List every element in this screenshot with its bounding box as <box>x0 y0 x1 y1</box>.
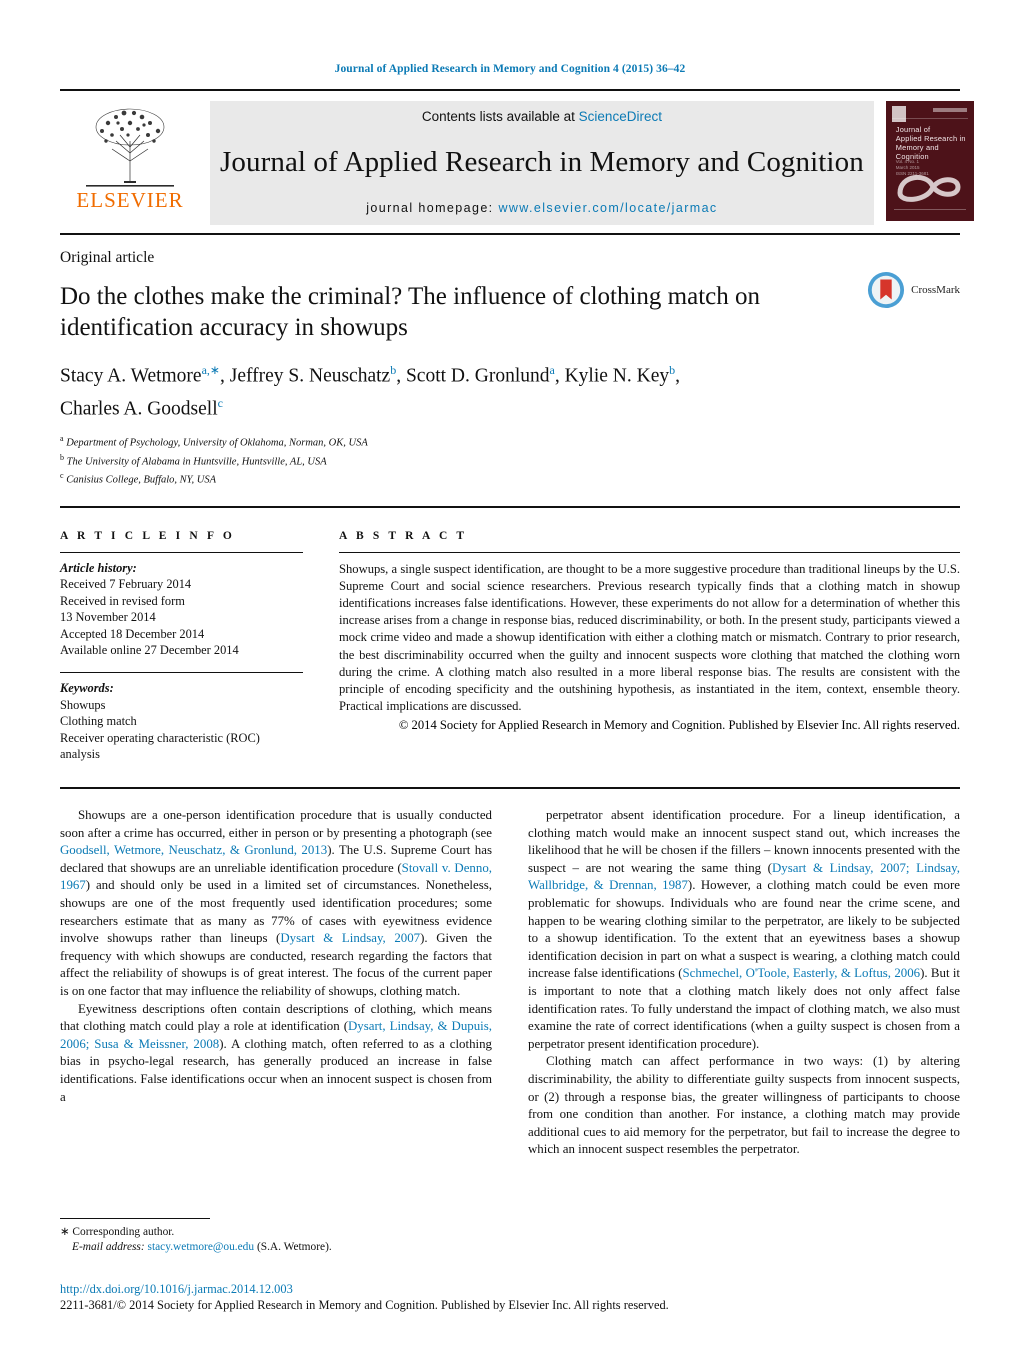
citation-link[interactable]: Schmechel, O'Toole, Easterly, & Loftus, … <box>683 966 921 980</box>
sciencedirect-link[interactable]: ScienceDirect <box>579 109 662 124</box>
author-3: , Scott D. Gronlund <box>396 365 550 387</box>
history-line: Received 7 February 2014 <box>60 577 192 592</box>
keywords-block: Keywords: Showups Clothing match Receive… <box>60 673 303 763</box>
affiliation-item: a Department of Psychology, University o… <box>60 432 820 451</box>
running-head: Journal of Applied Research in Memory an… <box>334 63 686 75</box>
footnote-divider <box>60 1218 210 1219</box>
affiliation-text: The University of Alabama in Huntsville,… <box>66 456 327 467</box>
affiliation-text: Canisius College, Buffalo, NY, USA <box>66 474 217 486</box>
article-history-block: Article history: Received 7 February 201… <box>60 553 303 660</box>
journal-cover-thumbnail: Journal of Applied Research in Memory and … <box>884 101 976 225</box>
abstract-section-divider <box>60 787 960 790</box>
paper-page: Journal of Applied Research in Memory an… <box>0 0 1020 1351</box>
body-paragraph: perpetrator absent identification proced… <box>528 807 960 1053</box>
homepage-url-link[interactable]: www.elsevier.com/locate/jarmac <box>498 201 717 215</box>
authors-separator: , <box>675 365 680 387</box>
elsevier-logo: ELSEVIER <box>60 101 200 225</box>
keywords-label: Keywords: <box>60 681 114 696</box>
body-text-run: Showups are a one-person identification … <box>60 808 492 840</box>
page-title: Do the clothes make the criminal? The in… <box>60 283 760 341</box>
elsevier-wordmark: ELSEVIER <box>76 188 184 212</box>
affiliation-item: c Canisius College, Buffalo, NY, USA <box>60 469 820 488</box>
title-divider <box>60 505 960 508</box>
keyword-item: Clothing match <box>60 714 137 729</box>
journal-title: Journal of Applied Research in Memory an… <box>220 146 864 178</box>
abstract-heading: A B S T R A C T <box>339 529 468 542</box>
affiliation-mark: a <box>60 434 64 443</box>
footnote-star-mark: ∗ <box>60 1226 70 1238</box>
cover-bottom-rule <box>893 209 966 215</box>
journal-masthead: ELSEVIER Contents lists available at Sci… <box>60 89 974 225</box>
abstract-column: A B S T R A C T Showups, a single suspec… <box>339 530 960 764</box>
footnote-corresponding-line: ∗ Corresponding author. <box>60 1225 500 1240</box>
body-paragraph: Eyewitness descriptions often contain de… <box>60 1001 492 1107</box>
article-info-heading: A R T I C L E I N F O <box>60 529 235 542</box>
author-5-affil-mark: c <box>217 395 223 410</box>
keyword-item: analysis <box>60 747 100 762</box>
history-line: Available online 27 December 2014 <box>60 643 239 658</box>
author-4: , Kylie N. Key <box>554 365 670 387</box>
body-paragraph: Clothing match can affect performance in… <box>528 1053 960 1159</box>
cover-title-text: Journal of Applied Research in Memory and … <box>895 125 966 161</box>
cover-mobius-icon <box>897 175 961 202</box>
elsevier-tree-icon <box>86 108 174 187</box>
history-line: Accepted 18 December 2014 <box>60 626 205 641</box>
issn-copyright-line: 2211-3681/© 2014 Society for Applied Res… <box>60 1298 669 1312</box>
history-line: 13 November 2014 <box>60 610 156 625</box>
affiliations-list: a Department of Psychology, University o… <box>60 432 820 488</box>
citation-link[interactable]: Goodsell, Wetmore, Neuschatz, & Gronlund… <box>60 843 327 857</box>
body-column-right: perpetrator absent identification proced… <box>528 807 960 1159</box>
author-5: Charles A. Goodsell <box>60 398 218 419</box>
cover-image: Journal of Applied Research in Memory and … <box>885 101 974 221</box>
contents-prefix: Contents lists available at <box>421 109 579 124</box>
keyword-item: Receiver operating characteristic (ROC) <box>60 730 260 745</box>
title-block: Original article Do the clothes make the… <box>60 249 960 488</box>
article-info-column: A R T I C L E I N F O Article history: R… <box>60 530 303 764</box>
body-text-run: Clothing match can affect performance in… <box>528 1054 960 1157</box>
doi-link[interactable]: http://dx.doi.org/10.1016/j.jarmac.2014.… <box>60 1281 960 1297</box>
footnote-corresponding-label: Corresponding author. <box>72 1226 175 1238</box>
abstract-text: Showups, a single suspect identification… <box>339 561 960 714</box>
author-1: Stacy A. Wetmore <box>60 365 202 387</box>
journal-homepage-line: journal homepage: www.elsevier.com/locat… <box>366 201 717 215</box>
page-footer: http://dx.doi.org/10.1016/j.jarmac.2014.… <box>60 1281 960 1313</box>
citation-link[interactable]: Dysart & Lindsay, 2007 <box>280 931 420 945</box>
journal-banner: Contents lists available at ScienceDirec… <box>210 101 874 225</box>
abstract-copyright: © 2014 Society for Applied Research in M… <box>398 718 960 733</box>
body-text: Showups are a one-person identification … <box>60 807 960 1159</box>
crossmark-label: CrossMark <box>911 284 960 296</box>
email-address-link[interactable]: stacy.wetmore@ou.edu <box>148 1241 255 1253</box>
author-2: , Jeffrey S. Neuschatz <box>219 365 391 387</box>
email-owner: (S.A. Wetmore). <box>256 1241 332 1253</box>
cover-issn-bar <box>932 108 967 112</box>
crossmark-icon[interactable] <box>867 271 905 309</box>
masthead-divider <box>60 233 960 235</box>
cover-elsevier-mark <box>891 106 906 122</box>
homepage-prefix: journal homepage: <box>366 201 499 215</box>
body-paragraph: Showups are a one-person identification … <box>60 807 492 1001</box>
history-line: Received in revised form <box>60 593 185 608</box>
affiliation-mark: b <box>60 452 64 462</box>
email-address-label: E-mail address: <box>72 1241 145 1253</box>
body-column-left: Showups are a one-person identification … <box>60 807 492 1159</box>
info-abstract-section: A R T I C L E I N F O Article history: R… <box>60 530 960 764</box>
author-1-affil-mark: a,∗ <box>201 363 220 377</box>
affiliation-mark: c <box>60 471 64 480</box>
footnote-text: ∗ Corresponding author. E-mail address: … <box>60 1225 500 1255</box>
authors-list: Stacy A. Wetmorea,∗, Jeffrey S. Neuschat… <box>60 357 820 422</box>
corresponding-author-footnote: ∗ Corresponding author. E-mail address: … <box>60 1218 500 1255</box>
affiliation-item: b The University of Alabama in Huntsvill… <box>60 451 820 470</box>
affiliation-text: Department of Psychology, University of … <box>66 437 368 449</box>
article-history-label: Article history: <box>60 560 137 575</box>
contents-available-line: Contents lists available at ScienceDirec… <box>422 109 662 124</box>
footnote-email-line: E-mail address: stacy.wetmore@ou.edu (S.… <box>60 1240 500 1255</box>
article-type-label: Original article <box>60 249 155 266</box>
keyword-item: Showups <box>60 697 106 712</box>
crossmark-badge-group[interactable]: CrossMark <box>867 271 960 309</box>
